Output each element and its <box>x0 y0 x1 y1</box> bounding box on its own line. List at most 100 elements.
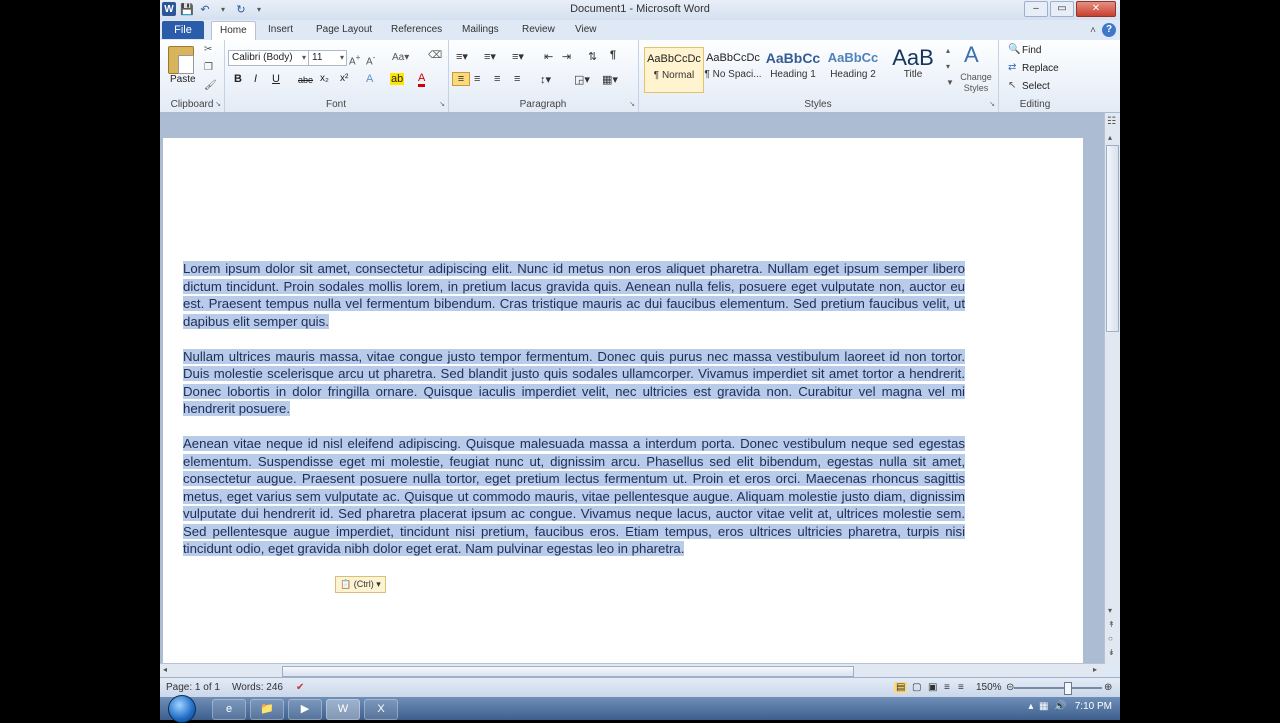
change-case-icon[interactable]: Aa▾ <box>392 52 409 63</box>
align-left-icon[interactable]: ≡ <box>452 72 470 86</box>
scroll-right-icon[interactable]: ▸ <box>1093 665 1097 674</box>
word-count[interactable]: Words: 246 <box>232 682 283 693</box>
scroll-left-icon[interactable]: ◂ <box>163 665 167 674</box>
find-button[interactable]: Find <box>1022 45 1041 56</box>
multilevel-list-icon[interactable]: ≡▾ <box>512 50 524 63</box>
paste-icon[interactable] <box>168 46 194 74</box>
document-page[interactable]: Lorem ipsum dolor sit amet, consectetur … <box>163 138 1083 697</box>
select-button[interactable]: Select <box>1022 81 1050 92</box>
change-styles-button[interactable]: Change Styles <box>956 72 996 94</box>
clock[interactable]: 7:10 PM <box>1075 701 1112 712</box>
align-center-icon[interactable]: ≡ <box>474 73 480 85</box>
paragraph[interactable]: Aenean vitae neque id nisl eleifend adip… <box>183 435 965 558</box>
superscript-button[interactable]: x² <box>340 73 348 84</box>
excel-taskbar-icon[interactable]: X <box>364 699 398 720</box>
text-effects-icon[interactable]: A <box>366 73 373 85</box>
zoom-in-icon[interactable]: ⊕ <box>1104 682 1112 693</box>
style-no-spacing[interactable]: AaBbCcDc ¶ No Spaci... <box>704 47 762 91</box>
bold-button[interactable]: B <box>234 73 242 85</box>
horizontal-scrollbar[interactable]: ◂ ▸ <box>160 663 1105 678</box>
find-icon[interactable]: 🔍 <box>1008 44 1020 55</box>
view-ruler-icon[interactable]: ☷ <box>1107 116 1116 127</box>
sort-icon[interactable]: ⇅ <box>588 50 597 63</box>
italic-button[interactable]: I <box>254 73 257 85</box>
selected-text[interactable]: Lorem ipsum dolor sit amet, consectetur … <box>183 261 965 329</box>
tab-references[interactable]: References <box>391 24 442 35</box>
paragraph[interactable]: Nullam ultrices mauris massa, vitae cong… <box>183 348 965 418</box>
format-painter-icon[interactable]: 🖌 <box>204 80 217 91</box>
internet-explorer-icon[interactable]: e <box>212 699 246 720</box>
scroll-down-icon[interactable]: ▾ <box>1108 606 1112 615</box>
replace-icon[interactable]: ⇄ <box>1008 62 1016 73</box>
document-body[interactable]: Lorem ipsum dolor sit amet, consectetur … <box>183 260 965 575</box>
web-layout-icon[interactable]: ▣ <box>928 682 937 693</box>
cut-icon[interactable]: ✂ <box>204 44 212 55</box>
close-button[interactable]: ✕ <box>1076 1 1116 17</box>
draft-icon[interactable]: ≡ <box>958 682 964 693</box>
align-right-icon[interactable]: ≡ <box>494 73 500 85</box>
zoom-slider[interactable] <box>1014 682 1102 695</box>
tab-page-layout[interactable]: Page Layout <box>316 24 372 35</box>
styles-launcher-icon[interactable]: ↘ <box>989 100 995 108</box>
next-page-icon[interactable]: ↡ <box>1108 648 1115 657</box>
help-icon[interactable]: ? <box>1102 23 1116 37</box>
style-normal[interactable]: AaBbCcDc ¶ Normal <box>644 47 704 93</box>
strikethrough-button[interactable]: abe <box>298 75 313 85</box>
styles-scroll-up-icon[interactable]: ▴ <box>946 46 950 55</box>
print-layout-icon[interactable]: ▤ <box>894 682 908 693</box>
shrink-font-icon[interactable]: A- <box>366 52 375 67</box>
maximize-button[interactable]: ▭ <box>1050 1 1074 17</box>
previous-page-icon[interactable]: ↟ <box>1108 620 1115 629</box>
underline-button[interactable]: U <box>272 73 280 85</box>
select-icon[interactable]: ↖ <box>1008 80 1016 91</box>
bullets-icon[interactable]: ≡▾ <box>456 50 468 63</box>
selected-text[interactable]: Aenean vitae neque id nisl eleifend adip… <box>183 436 965 556</box>
start-button[interactable] <box>168 695 196 723</box>
change-styles-icon[interactable]: A <box>964 42 979 68</box>
line-spacing-icon[interactable]: ↕▾ <box>540 73 551 86</box>
tab-review[interactable]: Review <box>522 24 555 35</box>
network-icon[interactable]: ▦ <box>1039 701 1048 712</box>
tab-file[interactable]: File <box>162 21 204 39</box>
volume-icon[interactable]: 🔊 <box>1054 701 1066 712</box>
vertical-scroll-thumb[interactable] <box>1106 145 1119 332</box>
tray-expand-icon[interactable]: ▴ <box>1028 701 1033 712</box>
media-player-icon[interactable]: ▶ <box>288 699 322 720</box>
horizontal-scroll-thumb[interactable] <box>282 666 854 677</box>
minimize-ribbon-icon[interactable]: ˄ <box>1090 25 1096 36</box>
copy-icon[interactable]: ❐ <box>204 62 213 73</box>
tab-view[interactable]: View <box>575 24 597 35</box>
tab-mailings[interactable]: Mailings <box>462 24 499 35</box>
paste-button[interactable]: Paste <box>170 74 196 85</box>
decrease-indent-icon[interactable]: ⇤ <box>544 50 553 63</box>
paste-options-button[interactable]: 📋 (Ctrl) ▾ <box>335 576 386 593</box>
highlight-color-icon[interactable]: ab <box>390 73 405 85</box>
show-formatting-icon[interactable]: ¶ <box>610 49 616 61</box>
replace-button[interactable]: Replace <box>1022 63 1059 74</box>
grow-font-icon[interactable]: A+ <box>349 52 361 67</box>
file-explorer-icon[interactable]: 📁 <box>250 699 284 720</box>
select-browse-object-icon[interactable]: ○ <box>1108 634 1113 643</box>
styles-more-icon[interactable]: ▼ <box>946 78 954 87</box>
borders-icon[interactable]: ▦▾ <box>602 73 618 86</box>
numbering-icon[interactable]: ≡▾ <box>484 50 496 63</box>
minimize-button[interactable]: – <box>1024 1 1048 17</box>
word-taskbar-icon[interactable]: W <box>326 699 360 720</box>
full-screen-reading-icon[interactable]: ▢ <box>912 682 921 693</box>
font-launcher-icon[interactable]: ↘ <box>439 100 445 108</box>
zoom-level[interactable]: 150% <box>976 682 1002 693</box>
paragraph[interactable]: Lorem ipsum dolor sit amet, consectetur … <box>183 260 965 330</box>
styles-scroll-down-icon[interactable]: ▾ <box>946 62 950 71</box>
vertical-scrollbar[interactable]: ☷ ▴ ▾ ↟ ○ ↡ <box>1104 113 1120 663</box>
font-size-select[interactable]: 11 <box>308 50 347 66</box>
zoom-slider-knob[interactable] <box>1064 682 1072 695</box>
shading-icon[interactable]: ◲▾ <box>574 73 590 86</box>
outline-icon[interactable]: ≡ <box>944 682 950 693</box>
clipboard-launcher-icon[interactable]: ↘ <box>215 100 221 108</box>
selected-text[interactable]: Nullam ultrices mauris massa, vitae cong… <box>183 348 965 416</box>
page-count[interactable]: Page: 1 of 1 <box>166 682 220 693</box>
clear-formatting-icon[interactable]: ⌫ <box>428 50 442 61</box>
tab-insert[interactable]: Insert <box>268 24 293 35</box>
justify-icon[interactable]: ≡ <box>514 73 520 85</box>
style-title[interactable]: AaB Title <box>884 47 942 91</box>
